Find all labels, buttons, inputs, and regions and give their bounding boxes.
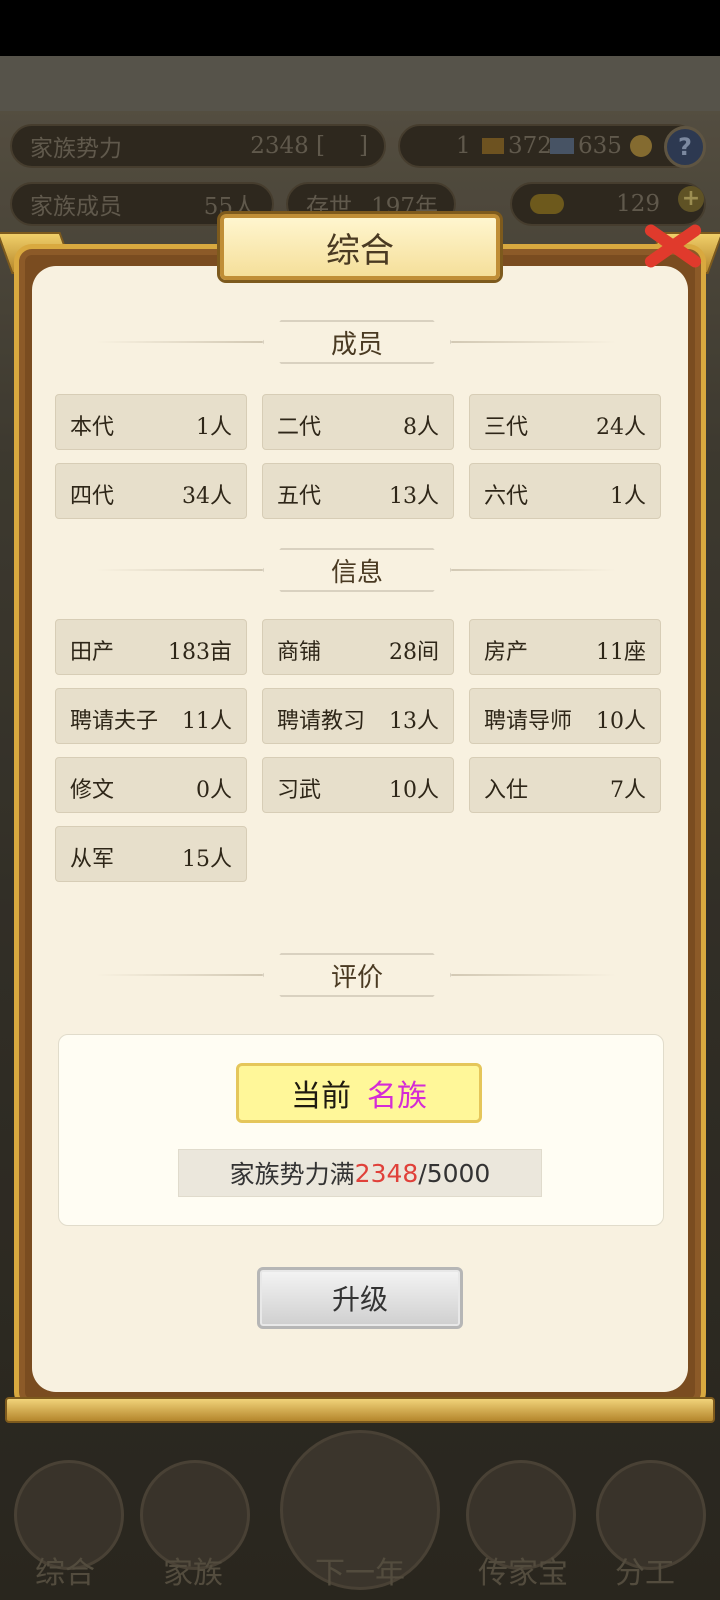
cell-key: 修文 [70, 778, 115, 803]
divider [96, 569, 276, 571]
section-members-title: 成员 [262, 320, 452, 364]
divider [96, 974, 276, 976]
member-cell: 四代 34人 [55, 463, 247, 519]
section-eval-title: 评价 [262, 953, 452, 997]
cell-key: 商铺 [277, 640, 322, 665]
power-max: /5000 [418, 1158, 491, 1188]
cell-key: 二代 [277, 415, 322, 440]
cell-value: 28间 [389, 640, 439, 665]
current-rank-value: 名族 [367, 1079, 427, 1114]
cell-value: 11座 [596, 640, 646, 665]
cell-key: 本代 [70, 415, 115, 440]
info-cell: 聘请夫子 11人 [55, 688, 247, 744]
modal-title: 综合 [220, 214, 500, 280]
cell-key: 聘请导师 [484, 709, 573, 734]
power-current: 2348 [354, 1158, 419, 1188]
divider [436, 569, 616, 571]
section-info-title: 信息 [262, 548, 452, 592]
info-cell: 房产 11座 [469, 619, 661, 675]
divider [436, 341, 616, 343]
cell-value: 10人 [596, 709, 646, 734]
cell-value: 183亩 [168, 640, 232, 665]
info-cell: 商铺 28间 [262, 619, 454, 675]
current-rank-badge: 当前 名族 [236, 1063, 482, 1123]
cell-value: 34人 [182, 484, 232, 509]
member-cell: 五代 13人 [262, 463, 454, 519]
info-cell: 习武 10人 [262, 757, 454, 813]
cell-value: 13人 [389, 484, 439, 509]
cell-value: 0人 [196, 778, 232, 803]
cell-value: 10人 [389, 778, 439, 803]
cell-value: 8人 [403, 415, 439, 440]
cell-key: 从军 [70, 847, 115, 872]
cell-value: 7人 [610, 778, 646, 803]
close-button[interactable] [636, 210, 708, 282]
info-cell: 修文 0人 [55, 757, 247, 813]
info-cell: 田产 183亩 [55, 619, 247, 675]
cell-value: 1人 [196, 415, 232, 440]
section-members-header: 成员 [96, 320, 616, 364]
power-progress: 家族势力满 2348/5000 [178, 1149, 542, 1197]
cell-key: 习武 [277, 778, 322, 803]
info-cell: 入仕 7人 [469, 757, 661, 813]
cell-value: 11人 [182, 709, 232, 734]
info-cell: 聘请教习 13人 [262, 688, 454, 744]
divider [96, 341, 276, 343]
cell-value: 13人 [389, 709, 439, 734]
power-progress-label: 家族势力满 [229, 1160, 355, 1189]
cell-key: 房产 [484, 640, 529, 665]
cell-value: 15人 [182, 847, 232, 872]
cell-value: 24人 [596, 415, 646, 440]
cell-key: 五代 [277, 484, 322, 509]
cell-key: 四代 [70, 484, 115, 509]
info-cell: 从军 15人 [55, 826, 247, 882]
cell-key: 入仕 [484, 778, 529, 803]
section-info-header: 信息 [96, 548, 616, 592]
member-cell: 六代 1人 [469, 463, 661, 519]
section-eval-header: 评价 [96, 953, 616, 997]
cell-key: 田产 [70, 640, 115, 665]
current-rank-label: 当前 [291, 1079, 351, 1114]
cell-key: 聘请夫子 [70, 709, 159, 734]
member-cell: 二代 8人 [262, 394, 454, 450]
divider [436, 974, 616, 976]
info-cell: 聘请导师 10人 [469, 688, 661, 744]
cell-key: 六代 [484, 484, 529, 509]
cell-key: 三代 [484, 415, 529, 440]
cell-key: 聘请教习 [277, 709, 366, 734]
cell-value: 1人 [610, 484, 646, 509]
upgrade-button[interactable]: 升级 [257, 1267, 463, 1329]
member-cell: 本代 1人 [55, 394, 247, 450]
member-cell: 三代 24人 [469, 394, 661, 450]
